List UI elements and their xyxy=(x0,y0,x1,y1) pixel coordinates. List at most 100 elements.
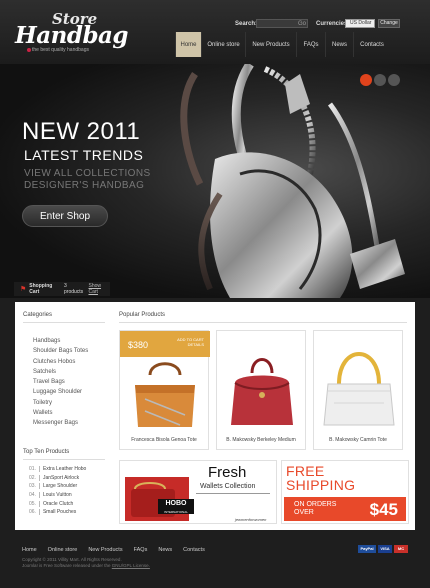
nav-item-home[interactable]: Home xyxy=(175,32,201,57)
nav-item-online-store[interactable]: Online store xyxy=(201,32,245,57)
nav-item-news[interactable]: News xyxy=(325,32,353,57)
wallets-banner[interactable]: HOBO INTERNATIONAL Fresh Wallets Collect… xyxy=(119,460,277,524)
shopping-cart-bar: ⚑ Shopping Cart 3 products Show Cart xyxy=(14,282,110,296)
nav-item-faqs[interactable]: FAQs xyxy=(296,32,325,57)
enter-shop-button[interactable]: Enter Shop xyxy=(22,205,108,227)
product-card[interactable]: B. Makowsky Camrin Tote xyxy=(313,330,403,450)
rank-number: 02. xyxy=(29,474,36,481)
list-item[interactable]: 05. Oracle Clutch xyxy=(29,500,86,509)
category-item[interactable]: Handbags xyxy=(33,336,88,346)
add-to-cart-link[interactable]: ADD TO CART DETAILS xyxy=(177,337,204,347)
category-item[interactable]: Satchels xyxy=(33,367,88,377)
nav-item-new-products[interactable]: New Products xyxy=(245,32,296,57)
product-card[interactable]: B. Makowsky Berkeley Medium xyxy=(216,330,306,450)
copyright-text: Copyright © 2011 Villity Mart. All Right… xyxy=(22,557,122,562)
product-card[interactable]: $380 ADD TO CART DETAILS Francesca Bisola… xyxy=(119,330,210,450)
main-nav: Home Online store New Products FAQs News… xyxy=(175,32,390,57)
product-link[interactable]: Louis Vuitton xyxy=(43,491,72,500)
divider xyxy=(196,493,270,494)
free-shipping-bar: ON ORDERS OVER $45 xyxy=(284,497,406,521)
product-link[interactable]: JanSport Airlock xyxy=(43,474,79,483)
footer-link-new-products[interactable]: New Products xyxy=(88,547,122,553)
search-go-button[interactable]: Go xyxy=(298,21,306,27)
paypal-icon: PayPal xyxy=(358,545,376,553)
product-link[interactable]: Extra Leather Hobo xyxy=(43,465,86,474)
rank-number: 03. xyxy=(29,483,36,490)
banner-title: Fresh xyxy=(208,464,247,481)
show-cart-link[interactable]: Show Cart xyxy=(89,283,110,295)
rank-number: 01. xyxy=(29,466,36,472)
separator xyxy=(38,509,40,516)
orders-text-1: ON ORDERS xyxy=(294,501,337,508)
product-name[interactable]: B. Makowsky Camrin Tote xyxy=(314,437,402,443)
details-label[interactable]: DETAILS xyxy=(188,342,204,347)
banner-subtitle: Wallets Collection xyxy=(200,483,256,490)
separator xyxy=(38,466,40,472)
orders-text-2: OVER xyxy=(294,509,314,516)
cart-icon: ⚑ xyxy=(20,286,27,293)
top-ten-title: Top Ten Products xyxy=(23,449,70,455)
price-tag: $380 ADD TO CART DETAILS xyxy=(120,331,210,357)
product-link[interactable]: Small Pouches xyxy=(43,508,76,517)
separator xyxy=(38,492,40,499)
category-item[interactable]: Shoulder Bags Totes xyxy=(33,346,88,356)
separator xyxy=(38,474,40,481)
product-link[interactable]: Large Shoulder xyxy=(43,482,77,491)
top-ten-list: 01. Extra Leather Hobo 02. JanSport Airloc… xyxy=(29,465,86,517)
list-item[interactable]: 01. Extra Leather Hobo xyxy=(29,465,86,474)
category-item[interactable]: Clutches Hobos xyxy=(33,357,88,367)
list-item[interactable]: 06. Small Pouches xyxy=(29,508,86,517)
category-item[interactable]: Travel Bags xyxy=(33,377,88,387)
product-price: $380 xyxy=(128,340,149,350)
logo-handbag-text[interactable]: Handbag xyxy=(15,22,129,49)
slider-dot-3[interactable] xyxy=(388,74,400,86)
cart-label: Shopping Cart xyxy=(29,283,53,295)
separator xyxy=(38,483,40,490)
list-item[interactable]: 04. Louis Vuitton xyxy=(29,491,86,500)
rank-number: 04. xyxy=(29,492,36,499)
free-shipping-amount: $45 xyxy=(369,500,398,519)
red-handbag-image[interactable] xyxy=(217,343,307,433)
product-link[interactable]: Oracle Clutch xyxy=(43,500,73,509)
license-link[interactable]: GNU/GPL License. xyxy=(112,563,150,568)
change-currency-button[interactable]: Change xyxy=(378,19,400,28)
hero-slider: NEW 2011 LATEST TRENDS VIEW ALL COLLECTI… xyxy=(0,64,430,298)
hero-subtitle: LATEST TRENDS xyxy=(24,147,144,163)
footer-link-home[interactable]: Home xyxy=(22,547,37,553)
slider-dot-1[interactable] xyxy=(360,74,372,86)
divider xyxy=(23,322,105,323)
logo-dot-icon xyxy=(27,48,31,52)
hero-caption-1: VIEW ALL COLLECTIONS xyxy=(24,168,151,179)
free-shipping-banner[interactable]: FREE SHIPPING ON ORDERS OVER $45 xyxy=(281,460,409,524)
product-name[interactable]: B. Makowsky Berkeley Medium xyxy=(217,437,305,443)
separator xyxy=(38,500,40,507)
visa-icon: VISA xyxy=(378,545,392,553)
footer-link-contacts[interactable]: Contacts xyxy=(183,547,205,553)
list-item[interactable]: 02. JanSport Airlock xyxy=(29,474,86,483)
license-prefix: Joomla! is Free Software released under … xyxy=(22,563,112,568)
list-item[interactable]: 03. Large Shoulder xyxy=(29,482,86,491)
hobo-brand-sub: INTERNATIONAL xyxy=(158,510,194,514)
category-item[interactable]: Wallets xyxy=(33,408,88,418)
orange-handbag-image[interactable] xyxy=(120,355,210,435)
divider xyxy=(23,459,105,460)
mastercard-icon: MC xyxy=(394,545,408,553)
footer-link-faqs[interactable]: FAQs xyxy=(134,547,148,553)
rank-number: 05. xyxy=(29,500,36,507)
slider-dot-2[interactable] xyxy=(374,74,386,86)
category-item[interactable]: Toiletry xyxy=(33,398,88,408)
product-name[interactable]: Francesca Bisola Genoa Tote xyxy=(120,437,208,443)
category-item[interactable]: Luggage Shoulder xyxy=(33,387,88,397)
hero-title: NEW 2011 xyxy=(22,118,141,145)
white-handbag-image[interactable] xyxy=(314,339,404,429)
search-label: Search: xyxy=(235,21,258,27)
hero-caption-2: DESIGNER'S HANDBAG xyxy=(24,180,145,191)
content-panel: Categories Handbags Shoulder Bags Totes … xyxy=(15,302,415,530)
footer-link-news[interactable]: News xyxy=(158,547,172,553)
site-header: Store Handbag the best quality handbags … xyxy=(0,0,430,64)
footer-link-online-store[interactable]: Online store xyxy=(48,547,78,553)
category-list: Handbags Shoulder Bags Totes Clutches Ho… xyxy=(33,336,88,429)
category-item[interactable]: Messenger Bags xyxy=(33,418,88,428)
nav-item-contacts[interactable]: Contacts xyxy=(353,32,390,57)
currency-select[interactable]: US Dollar xyxy=(345,19,375,28)
